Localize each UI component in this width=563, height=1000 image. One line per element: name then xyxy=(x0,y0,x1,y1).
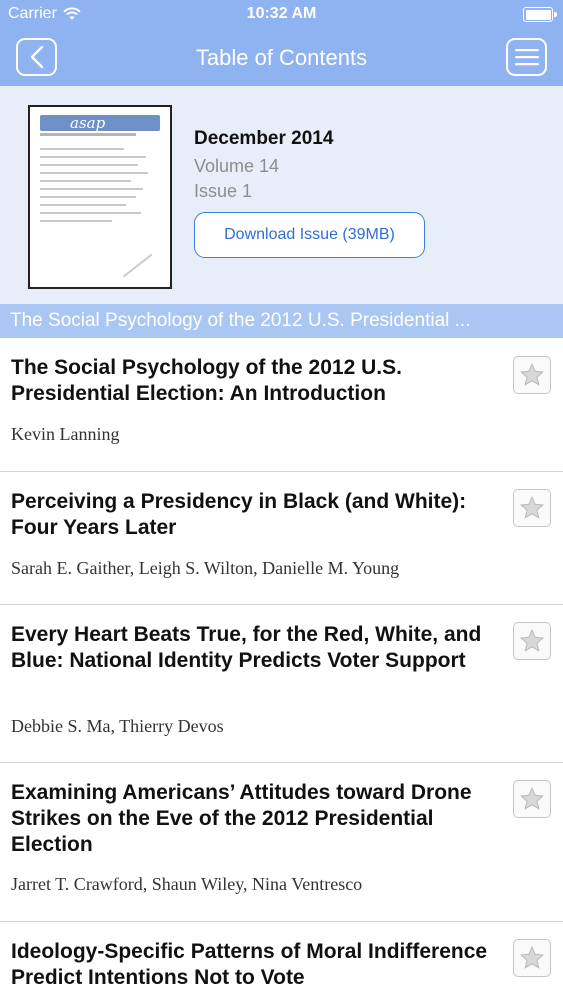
nav-bar: Table of Contents xyxy=(0,30,563,86)
article-item[interactable]: Perceiving a Presidency in Black (and Wh… xyxy=(0,472,563,605)
favorite-button[interactable] xyxy=(513,622,551,660)
article-title: Ideology-Specific Patterns of Moral Indi… xyxy=(11,940,488,989)
cover-logo: asap xyxy=(40,115,160,131)
issue-number: Issue 1 xyxy=(194,181,253,201)
favorite-button[interactable] xyxy=(513,939,551,977)
star-outline-icon xyxy=(519,628,545,652)
article-authors: Sarah E. Gaither, Leigh S. Wilton, Danie… xyxy=(11,558,400,578)
download-issue-button[interactable]: Download Issue (39MB) xyxy=(194,212,425,258)
issue-cover-image[interactable]: asap xyxy=(28,105,172,289)
star-outline-icon xyxy=(519,495,545,519)
favorite-button[interactable] xyxy=(513,780,551,818)
favorite-button[interactable] xyxy=(513,489,551,527)
article-item[interactable]: The Social Psychology of the 2012 U.S. P… xyxy=(0,338,563,472)
page-title: Table of Contents xyxy=(195,45,368,70)
menu-button[interactable] xyxy=(506,38,547,76)
article-authors: Jarret T. Crawford, Shaun Wiley, Nina Ve… xyxy=(11,874,363,894)
article-item[interactable]: Ideology-Specific Patterns of Moral Indi… xyxy=(0,922,563,1000)
status-time: 10:32 AM xyxy=(246,5,317,22)
star-outline-icon xyxy=(519,362,545,386)
battery-icon xyxy=(523,7,557,22)
article-title: Perceiving a Presidency in Black (and Wh… xyxy=(11,490,467,539)
article-item[interactable]: Every Heart Beats True, for the Red, Whi… xyxy=(0,605,563,763)
article-authors: Debbie S. Ma, Thierry Devos xyxy=(11,716,224,736)
article-title: The Social Psychology of the 2012 U.S. P… xyxy=(11,356,402,405)
issue-volume: Volume 14 xyxy=(194,156,280,176)
article-authors: Kevin Lanning xyxy=(11,424,120,444)
issue-date: December 2014 xyxy=(194,128,334,149)
section-header: The Social Psychology of the 2012 U.S. P… xyxy=(0,304,563,338)
favorite-button[interactable] xyxy=(513,356,551,394)
issue-header: asap December 2014 Volume 14 Issue 1 Dow… xyxy=(0,86,563,304)
star-outline-icon xyxy=(519,786,545,810)
hamburger-menu-icon xyxy=(514,49,539,66)
article-item[interactable]: Examining Americans’ Attitudes toward Dr… xyxy=(0,763,563,922)
article-title: Examining Americans’ Attitudes toward Dr… xyxy=(11,781,472,856)
status-bar: Carrier 10:32 AM xyxy=(0,0,563,30)
article-title: Every Heart Beats True, for the Red, Whi… xyxy=(11,623,482,672)
star-outline-icon xyxy=(519,945,545,969)
